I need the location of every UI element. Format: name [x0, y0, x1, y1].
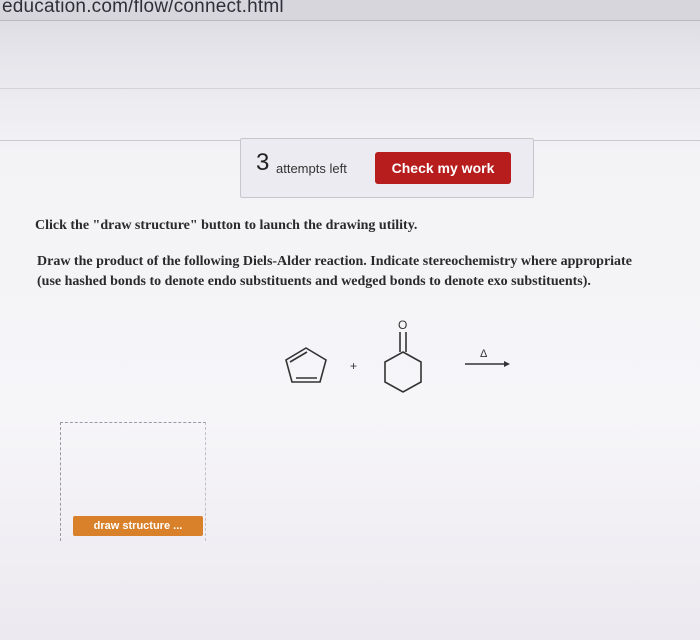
- heat-label: Δ: [480, 348, 488, 360]
- check-my-work-button[interactable]: Check my work: [375, 152, 511, 184]
- url-text: education.com/flow/connect.html: [2, 0, 284, 17]
- draw-structure-button[interactable]: draw structure ...: [73, 516, 203, 536]
- question-text: Draw the product of the following Diels-…: [37, 252, 700, 292]
- instruction-text: Click the "draw structure" button to lau…: [35, 218, 418, 233]
- plus-sign: +: [350, 359, 357, 373]
- address-bar[interactable]: education.com/flow/connect.html: [0, 0, 700, 21]
- attempts-panel: 3 attempts left Check my work: [240, 138, 534, 198]
- cyclopentadiene-structure: [285, 347, 327, 383]
- question-line-2: (use hashed bonds to denote endo substit…: [37, 274, 591, 289]
- cyclohexanone-structure: [384, 332, 422, 393]
- carbonyl-oxygen-label: O: [398, 318, 407, 332]
- attempts-count: 3: [256, 149, 270, 176]
- attempts-label: attempts left: [276, 161, 347, 176]
- reaction-arrow: [465, 361, 510, 367]
- divider: [0, 88, 700, 89]
- question-line-1: Draw the product of the following Diels-…: [37, 254, 632, 269]
- reaction-scheme: + O Δ: [285, 318, 510, 393]
